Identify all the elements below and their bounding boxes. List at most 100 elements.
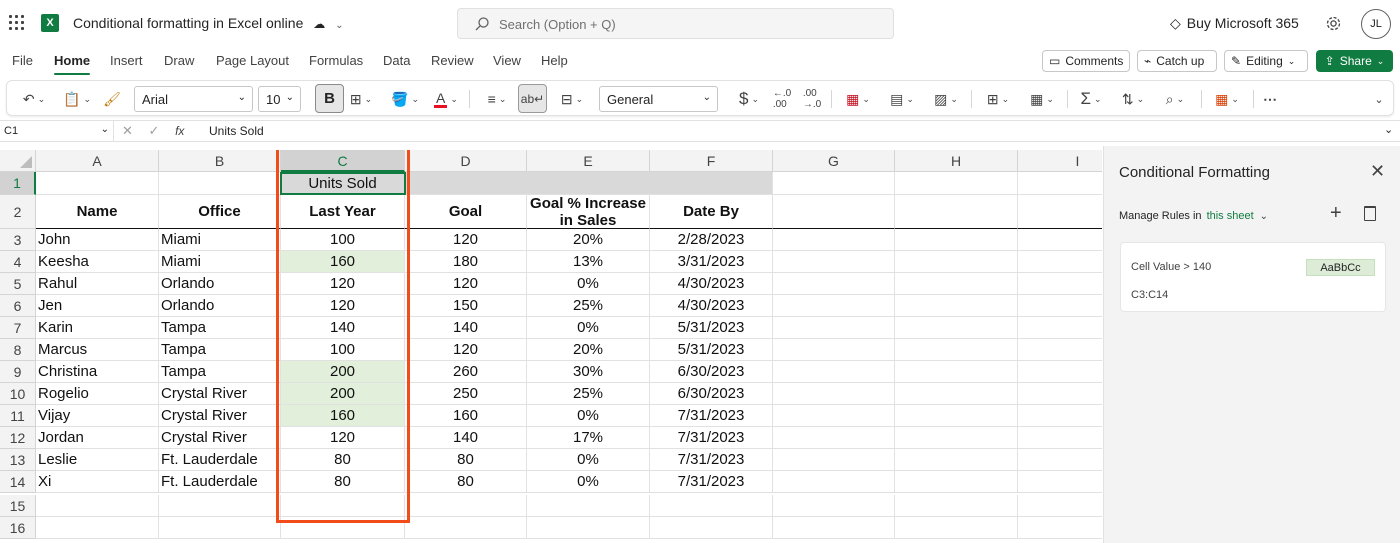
settings-gear-icon[interactable] bbox=[1325, 15, 1342, 32]
decrease-decimal-button[interactable]: .00 →.0 bbox=[801, 87, 823, 111]
cell-d14[interactable]: 80 bbox=[405, 471, 527, 493]
cell-c4[interactable]: 160 bbox=[281, 251, 405, 273]
cell-b2[interactable]: Office bbox=[159, 195, 281, 229]
column-header-a[interactable]: A bbox=[36, 150, 159, 172]
document-title[interactable]: Conditional formatting in Excel online ☁… bbox=[73, 15, 344, 31]
cell-c12[interactable]: 120 bbox=[281, 427, 405, 449]
row-header-2[interactable]: 2 bbox=[0, 195, 36, 229]
grid-cell[interactable] bbox=[1018, 495, 1102, 517]
grid-cell[interactable] bbox=[527, 495, 650, 517]
increase-decimal-button[interactable]: ←.0.00 bbox=[771, 87, 793, 111]
grid-cell[interactable] bbox=[895, 471, 1018, 493]
cell-a8[interactable]: Marcus bbox=[36, 339, 159, 361]
row-header-4[interactable]: 4 bbox=[0, 251, 36, 273]
cell-f12[interactable]: 7/31/2023 bbox=[650, 427, 773, 449]
grid-cell[interactable] bbox=[773, 251, 895, 273]
grid-cell[interactable] bbox=[1018, 405, 1102, 427]
cell-d9[interactable]: 260 bbox=[405, 361, 527, 383]
buy-microsoft-365-link[interactable]: ◇ Buy Microsoft 365 bbox=[1170, 15, 1299, 32]
grid-cell[interactable] bbox=[159, 517, 281, 539]
cell-d6[interactable]: 150 bbox=[405, 295, 527, 317]
grid-cell[interactable] bbox=[527, 517, 650, 539]
cell-f14[interactable]: 7/31/2023 bbox=[650, 471, 773, 493]
scope-dropdown[interactable]: this sheet bbox=[1207, 210, 1254, 222]
grid-cell[interactable] bbox=[895, 195, 1018, 229]
grid-cell[interactable] bbox=[1018, 517, 1102, 539]
cell-e7[interactable]: 0% bbox=[527, 317, 650, 339]
fill-color-button[interactable]: 🪣 ⌄ bbox=[387, 87, 423, 111]
grid-cell[interactable] bbox=[895, 251, 1018, 273]
cell-e6[interactable]: 25% bbox=[527, 295, 650, 317]
grid-cell[interactable] bbox=[405, 495, 527, 517]
grid-cell[interactable] bbox=[159, 495, 281, 517]
tab-formulas[interactable]: Formulas bbox=[309, 53, 363, 68]
grid-cell[interactable] bbox=[1018, 172, 1102, 195]
grid-cell[interactable] bbox=[281, 495, 405, 517]
format-as-table-button[interactable]: ▤ ⌄ bbox=[883, 87, 921, 111]
column-header-c[interactable]: C bbox=[281, 150, 405, 172]
row-header-6[interactable]: 6 bbox=[0, 295, 36, 317]
align-button[interactable]: ≡ ⌄ bbox=[479, 87, 515, 111]
grid-cell[interactable] bbox=[895, 295, 1018, 317]
format-painter-button[interactable]: 🖌 bbox=[101, 87, 123, 111]
grid-cell[interactable] bbox=[773, 273, 895, 295]
cell-b6[interactable]: Orlando bbox=[159, 295, 281, 317]
catch-up-button[interactable]: ⌁ Catch up bbox=[1137, 50, 1217, 72]
cell-a5[interactable]: Rahul bbox=[36, 273, 159, 295]
sort-filter-button[interactable]: ⇅ ⌄ bbox=[1115, 87, 1151, 111]
cell-e4[interactable]: 13% bbox=[527, 251, 650, 273]
grid-cell[interactable] bbox=[281, 517, 405, 539]
cell-c2[interactable]: Last Year bbox=[281, 195, 405, 229]
grid-cell[interactable] bbox=[773, 361, 895, 383]
search-box[interactable]: Search (Option + Q) bbox=[457, 8, 894, 39]
cell-d5[interactable]: 120 bbox=[405, 273, 527, 295]
find-button[interactable]: ⌕ ⌄ bbox=[1157, 87, 1193, 111]
column-header-g[interactable]: G bbox=[773, 150, 895, 172]
cell-a7[interactable]: Karin bbox=[36, 317, 159, 339]
conditional-formatting-button[interactable]: ▦ ⌄ bbox=[839, 87, 877, 111]
row-header-11[interactable]: 11 bbox=[0, 405, 36, 427]
comments-button[interactable]: ▭ Comments bbox=[1042, 50, 1130, 72]
tab-page-layout[interactable]: Page Layout bbox=[216, 53, 289, 68]
cell-d8[interactable]: 120 bbox=[405, 339, 527, 361]
cell-e11[interactable]: 0% bbox=[527, 405, 650, 427]
row-header-9[interactable]: 9 bbox=[0, 361, 36, 383]
font-size-select[interactable]: 10 ⌄ bbox=[258, 86, 301, 112]
cell-a9[interactable]: Christina bbox=[36, 361, 159, 383]
grid-cell[interactable] bbox=[773, 471, 895, 493]
cell-a3[interactable]: John bbox=[36, 229, 159, 251]
cell-c5[interactable]: 120 bbox=[281, 273, 405, 295]
row-header-3[interactable]: 3 bbox=[0, 229, 36, 251]
column-header-h[interactable]: H bbox=[895, 150, 1018, 172]
cell-f3[interactable]: 2/28/2023 bbox=[650, 229, 773, 251]
grid-cell[interactable] bbox=[650, 517, 773, 539]
grid-cell[interactable] bbox=[1018, 383, 1102, 405]
paste-button[interactable]: 📋 ⌄ bbox=[59, 87, 95, 111]
grid-cell[interactable] bbox=[36, 172, 159, 195]
cell-b12[interactable]: Crystal River bbox=[159, 427, 281, 449]
cell-f7[interactable]: 5/31/2023 bbox=[650, 317, 773, 339]
grid-cell[interactable] bbox=[650, 495, 773, 517]
close-icon[interactable]: ✕ bbox=[1370, 161, 1385, 182]
grid-cell[interactable] bbox=[773, 449, 895, 471]
select-all-corner[interactable] bbox=[0, 150, 36, 172]
cell-b3[interactable]: Miami bbox=[159, 229, 281, 251]
cell-a13[interactable]: Leslie bbox=[36, 449, 159, 471]
column-header-i[interactable]: I bbox=[1018, 150, 1102, 172]
cell-e3[interactable]: 20% bbox=[527, 229, 650, 251]
grid-cell[interactable] bbox=[773, 295, 895, 317]
cell-f11[interactable]: 7/31/2023 bbox=[650, 405, 773, 427]
grid-cell[interactable] bbox=[773, 427, 895, 449]
cell-d10[interactable]: 250 bbox=[405, 383, 527, 405]
cell-d11[interactable]: 160 bbox=[405, 405, 527, 427]
grid-cell[interactable] bbox=[36, 517, 159, 539]
cell-c9[interactable]: 200 bbox=[281, 361, 405, 383]
fx-icon[interactable]: fx bbox=[175, 124, 184, 138]
row-header-15[interactable]: 15 bbox=[0, 495, 36, 517]
row-header-16[interactable]: 16 bbox=[0, 517, 36, 539]
row-header-14[interactable]: 14 bbox=[0, 471, 36, 493]
cell-e5[interactable]: 0% bbox=[527, 273, 650, 295]
cell-b10[interactable]: Crystal River bbox=[159, 383, 281, 405]
tab-home[interactable]: Home bbox=[54, 53, 91, 75]
merge-center-button[interactable]: ⊟ ⌄ bbox=[552, 87, 592, 111]
